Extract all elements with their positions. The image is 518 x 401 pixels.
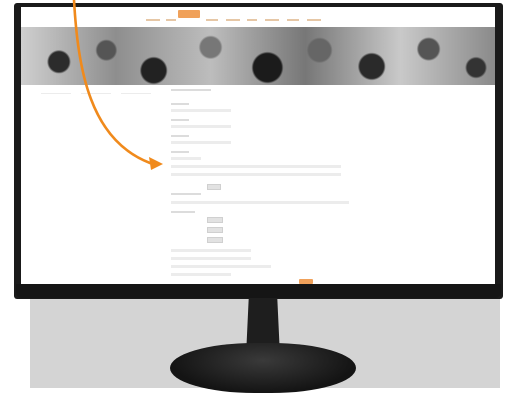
nav-item[interactable] — [247, 19, 257, 21]
site-logo[interactable] — [178, 10, 200, 18]
select-field[interactable] — [207, 227, 223, 233]
form-field[interactable] — [171, 109, 231, 112]
nav-item[interactable] — [265, 19, 279, 21]
site-header — [21, 7, 495, 27]
nav-item[interactable] — [146, 19, 160, 21]
left-sidebar-item[interactable] — [81, 93, 111, 94]
nav-item[interactable] — [206, 19, 218, 21]
site-nav — [21, 19, 495, 23]
nav-item[interactable] — [166, 19, 176, 21]
left-sidebar-item[interactable] — [41, 93, 71, 94]
left-sidebar-item[interactable] — [121, 93, 151, 94]
field-label — [171, 151, 189, 153]
form-area — [171, 89, 349, 284]
form-field[interactable] — [171, 249, 251, 252]
form-field[interactable] — [171, 265, 271, 268]
field-label — [171, 211, 195, 213]
monitor-base — [170, 343, 356, 393]
nav-item[interactable] — [307, 19, 321, 21]
nav-item[interactable] — [287, 19, 299, 21]
select-field[interactable] — [207, 184, 221, 190]
hero-banner-image — [21, 27, 495, 85]
monitor-screen — [21, 7, 495, 284]
submit-button[interactable] — [299, 279, 313, 284]
form-field[interactable] — [171, 125, 231, 128]
form-field[interactable] — [171, 165, 341, 168]
field-label — [171, 193, 201, 195]
form-field[interactable] — [171, 141, 231, 144]
field-label — [171, 103, 189, 105]
field-label — [171, 135, 189, 137]
nav-item[interactable] — [226, 19, 240, 21]
form-field[interactable] — [171, 257, 251, 260]
form-field[interactable] — [171, 201, 349, 204]
form-field[interactable] — [171, 173, 341, 176]
form-field[interactable] — [171, 157, 201, 160]
select-field[interactable] — [207, 237, 223, 243]
monitor-chin — [16, 284, 501, 298]
form-field[interactable] — [171, 273, 231, 276]
form-title — [171, 89, 211, 91]
field-label — [171, 119, 189, 121]
select-field[interactable] — [207, 217, 223, 223]
